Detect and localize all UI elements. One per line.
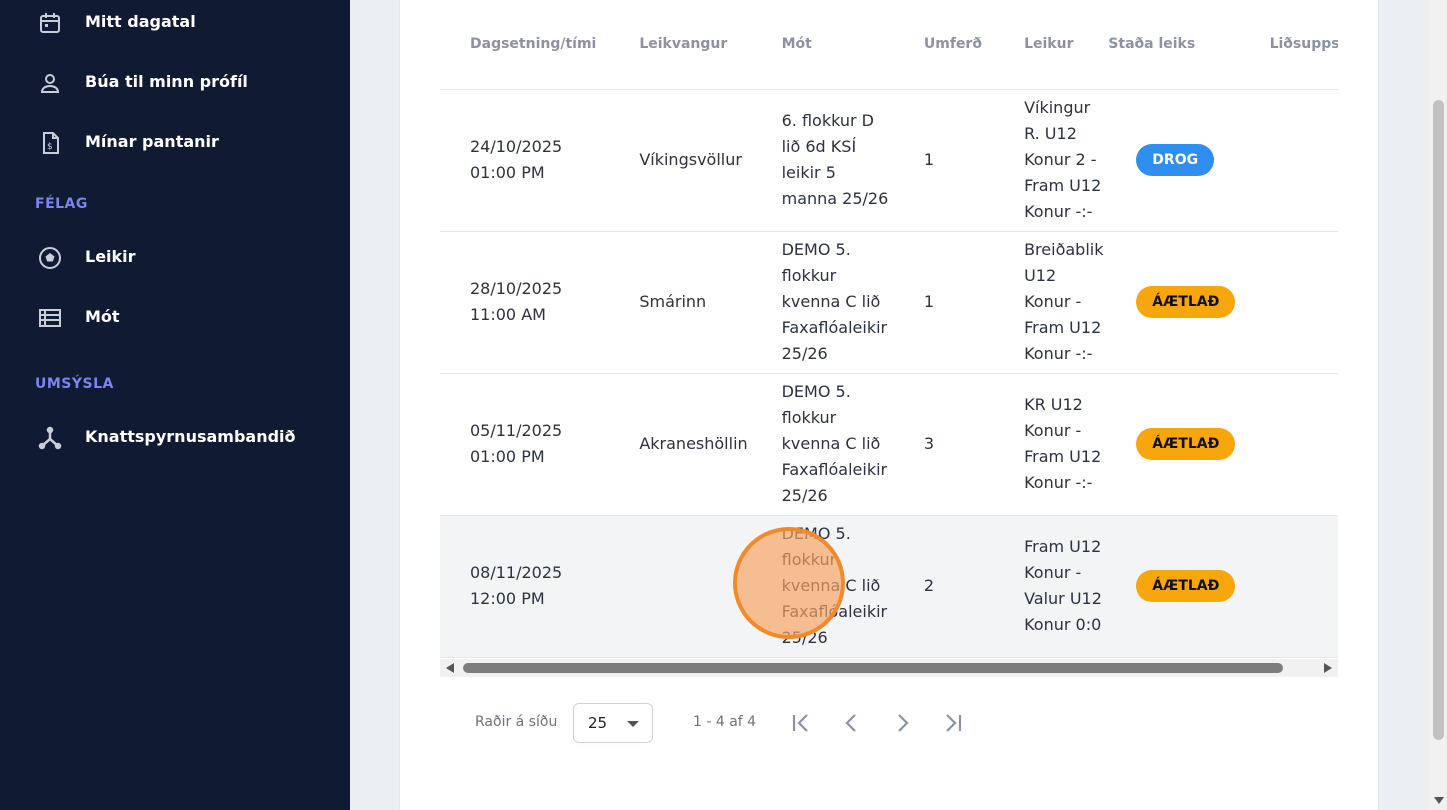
cell-status: DROG bbox=[1106, 89, 1240, 232]
rows-per-page-value: 25 bbox=[588, 714, 608, 732]
cell-status: ÁÆTLAÐ bbox=[1106, 515, 1240, 658]
status-badge: DROG bbox=[1136, 144, 1215, 176]
cell-round: 1 bbox=[893, 231, 995, 374]
click-indicator bbox=[733, 527, 845, 639]
sidebar-item-federation[interactable]: Knattspyrnusambandið bbox=[0, 415, 350, 459]
pagination-range: 1 - 4 af 4 bbox=[693, 714, 757, 730]
calendar-icon bbox=[37, 10, 63, 36]
chevron-left-icon bbox=[845, 714, 856, 732]
cell-venue: Akraneshöllin bbox=[609, 373, 752, 516]
cell-round: 3 bbox=[893, 373, 995, 516]
column-header-round[interactable]: Umferð bbox=[893, 0, 995, 90]
first-page-icon bbox=[792, 714, 808, 732]
user-icon bbox=[37, 70, 63, 96]
cell-game: Fram U12 Konur - Valur U12 Konur 0:0 bbox=[994, 515, 1107, 658]
network-icon bbox=[37, 425, 63, 451]
table-horizontal-scrollbar[interactable] bbox=[440, 659, 1338, 677]
date-text: 08/11/2025 bbox=[470, 563, 563, 582]
column-header-date[interactable]: Dagsetning/tími bbox=[440, 0, 610, 90]
sidebar-item-calendar[interactable]: Mitt dagatal bbox=[0, 0, 350, 44]
cell-round: 2 bbox=[893, 515, 995, 658]
section-title-admin: UMSÝSLA bbox=[35, 376, 114, 392]
scrollbar-thumb[interactable] bbox=[1433, 100, 1444, 740]
cell-datetime: 05/11/2025 01:00 PM bbox=[440, 373, 610, 516]
table-row[interactable]: 08/11/202512:00 PM DEMO 5. flokkur kvenn… bbox=[440, 515, 1338, 658]
cell-tournament: 6. flokkur D lið 6d KSÍ leikir 5 manna 2… bbox=[751, 89, 894, 232]
rows-per-page-label: Raðir á síðu bbox=[475, 714, 558, 730]
time-text: 01:00 PM bbox=[470, 163, 545, 182]
soccer-ball-icon bbox=[37, 245, 63, 271]
cell-game: Víkingur R. U12 Konur 2 - Fram U12 Konur… bbox=[994, 89, 1107, 232]
sidebar-item-label: Knattspyrnusambandið bbox=[85, 427, 296, 446]
time-text: 12:00 PM bbox=[470, 589, 545, 608]
first-page-button[interactable] bbox=[787, 709, 817, 737]
sidebar-item-profile[interactable]: Búa til minn prófíl bbox=[0, 60, 350, 104]
list-icon bbox=[37, 305, 63, 331]
last-page-icon bbox=[946, 714, 962, 732]
column-header-tournament[interactable]: Mót bbox=[751, 0, 894, 90]
scroll-left-arrow-icon[interactable] bbox=[446, 663, 454, 673]
column-header-lineup[interactable]: Liðsuppstilling bbox=[1239, 0, 1338, 90]
column-header-venue[interactable]: Leikvangur bbox=[609, 0, 752, 90]
page-vertical-scrollbar[interactable] bbox=[1430, 0, 1447, 810]
cell-game: Breiðablik U12 Konur - Fram U12 Konur -:… bbox=[994, 231, 1107, 374]
cell-datetime: 24/10/2025 01:00 PM bbox=[440, 89, 610, 232]
sidebar-item-label: Leikir bbox=[85, 247, 136, 266]
status-badge: ÁÆTLAÐ bbox=[1136, 428, 1236, 460]
sidebar: Mitt dagatal Búa til minn prófíl $ Mínar… bbox=[0, 0, 350, 810]
table-row[interactable]: 05/11/2025 01:00 PM Akraneshöllin DEMO 5.… bbox=[440, 373, 1338, 516]
status-badge: ÁÆTLAÐ bbox=[1136, 286, 1236, 318]
status-badge: ÁÆTLAÐ bbox=[1136, 570, 1236, 602]
cell-status: ÁÆTLAÐ bbox=[1106, 373, 1240, 516]
scroll-down-arrow-icon[interactable] bbox=[1434, 797, 1444, 804]
invoice-icon: $ bbox=[37, 130, 63, 156]
sidebar-item-label: Mitt dagatal bbox=[85, 12, 196, 31]
cell-round: 1 bbox=[893, 89, 995, 232]
cell-status: ÁÆTLAÐ bbox=[1106, 231, 1240, 374]
sidebar-item-label: Búa til minn prófíl bbox=[85, 72, 248, 91]
time-text: 01:00 PM bbox=[470, 447, 545, 466]
date-text: 05/11/2025 bbox=[470, 421, 563, 440]
chevron-down-icon bbox=[627, 721, 639, 727]
cell-game: KR U12 Konur - Fram U12 Konur -:- bbox=[994, 373, 1107, 516]
section-title-club: FÉLAG bbox=[35, 196, 88, 212]
svg-text:$: $ bbox=[47, 142, 53, 152]
cell-venue: Víkingsvöllur bbox=[609, 89, 752, 232]
games-table: Dagsetning/tími Leikvangur Mót Umferð Le… bbox=[440, 0, 1338, 658]
rows-per-page-select[interactable]: 25 bbox=[573, 703, 653, 743]
chevron-right-icon bbox=[898, 714, 909, 732]
cell-tournament: DEMO 5. flokkur kvenna C lið Faxaflóalei… bbox=[751, 231, 894, 374]
cell-datetime: 28/10/2025 11:00 AM bbox=[440, 231, 610, 374]
last-page-button[interactable] bbox=[937, 709, 967, 737]
cell-lineup bbox=[1239, 373, 1338, 516]
cell-datetime: 08/11/2025 12:00 PM bbox=[440, 515, 610, 658]
date-text: 28/10/2025 bbox=[470, 279, 563, 298]
cell-lineup bbox=[1239, 515, 1338, 658]
sidebar-item-orders[interactable]: $ Mínar pantanir bbox=[0, 120, 350, 164]
next-page-button[interactable] bbox=[887, 709, 917, 737]
column-header-status[interactable]: Staða leiks bbox=[1106, 0, 1240, 90]
cell-tournament: DEMO 5. flokkur kvenna C lið Faxaflóalei… bbox=[751, 373, 894, 516]
sidebar-item-label: Mót bbox=[85, 307, 120, 326]
games-card: Dagsetning/tími Leikvangur Mót Umferð Le… bbox=[400, 0, 1378, 810]
table-row[interactable]: 24/10/2025 01:00 PM Víkingsvöllur 6. flok… bbox=[440, 89, 1338, 232]
previous-page-button[interactable] bbox=[837, 709, 867, 737]
date-text: 24/10/2025 bbox=[470, 137, 563, 156]
sidebar-item-label: Mínar pantanir bbox=[85, 132, 219, 151]
scroll-right-arrow-icon[interactable] bbox=[1324, 663, 1332, 673]
table-header-row: Dagsetning/tími Leikvangur Mót Umferð Le… bbox=[440, 0, 1338, 90]
games-table-wrapper: Dagsetning/tími Leikvangur Mót Umferð Le… bbox=[440, 0, 1338, 680]
time-text: 11:00 AM bbox=[470, 305, 546, 324]
table-row[interactable]: 28/10/2025 11:00 AM Smárinn DEMO 5. flokk… bbox=[440, 231, 1338, 374]
cell-venue: Smárinn bbox=[609, 231, 752, 374]
sidebar-item-games[interactable]: Leikir bbox=[0, 235, 350, 279]
cell-venue bbox=[609, 515, 752, 658]
column-header-game[interactable]: Leikur bbox=[994, 0, 1107, 90]
cell-lineup bbox=[1239, 89, 1338, 232]
scrollbar-thumb[interactable] bbox=[463, 663, 1283, 673]
cell-lineup bbox=[1239, 231, 1338, 374]
sidebar-item-tournaments[interactable]: Mót bbox=[0, 295, 350, 339]
